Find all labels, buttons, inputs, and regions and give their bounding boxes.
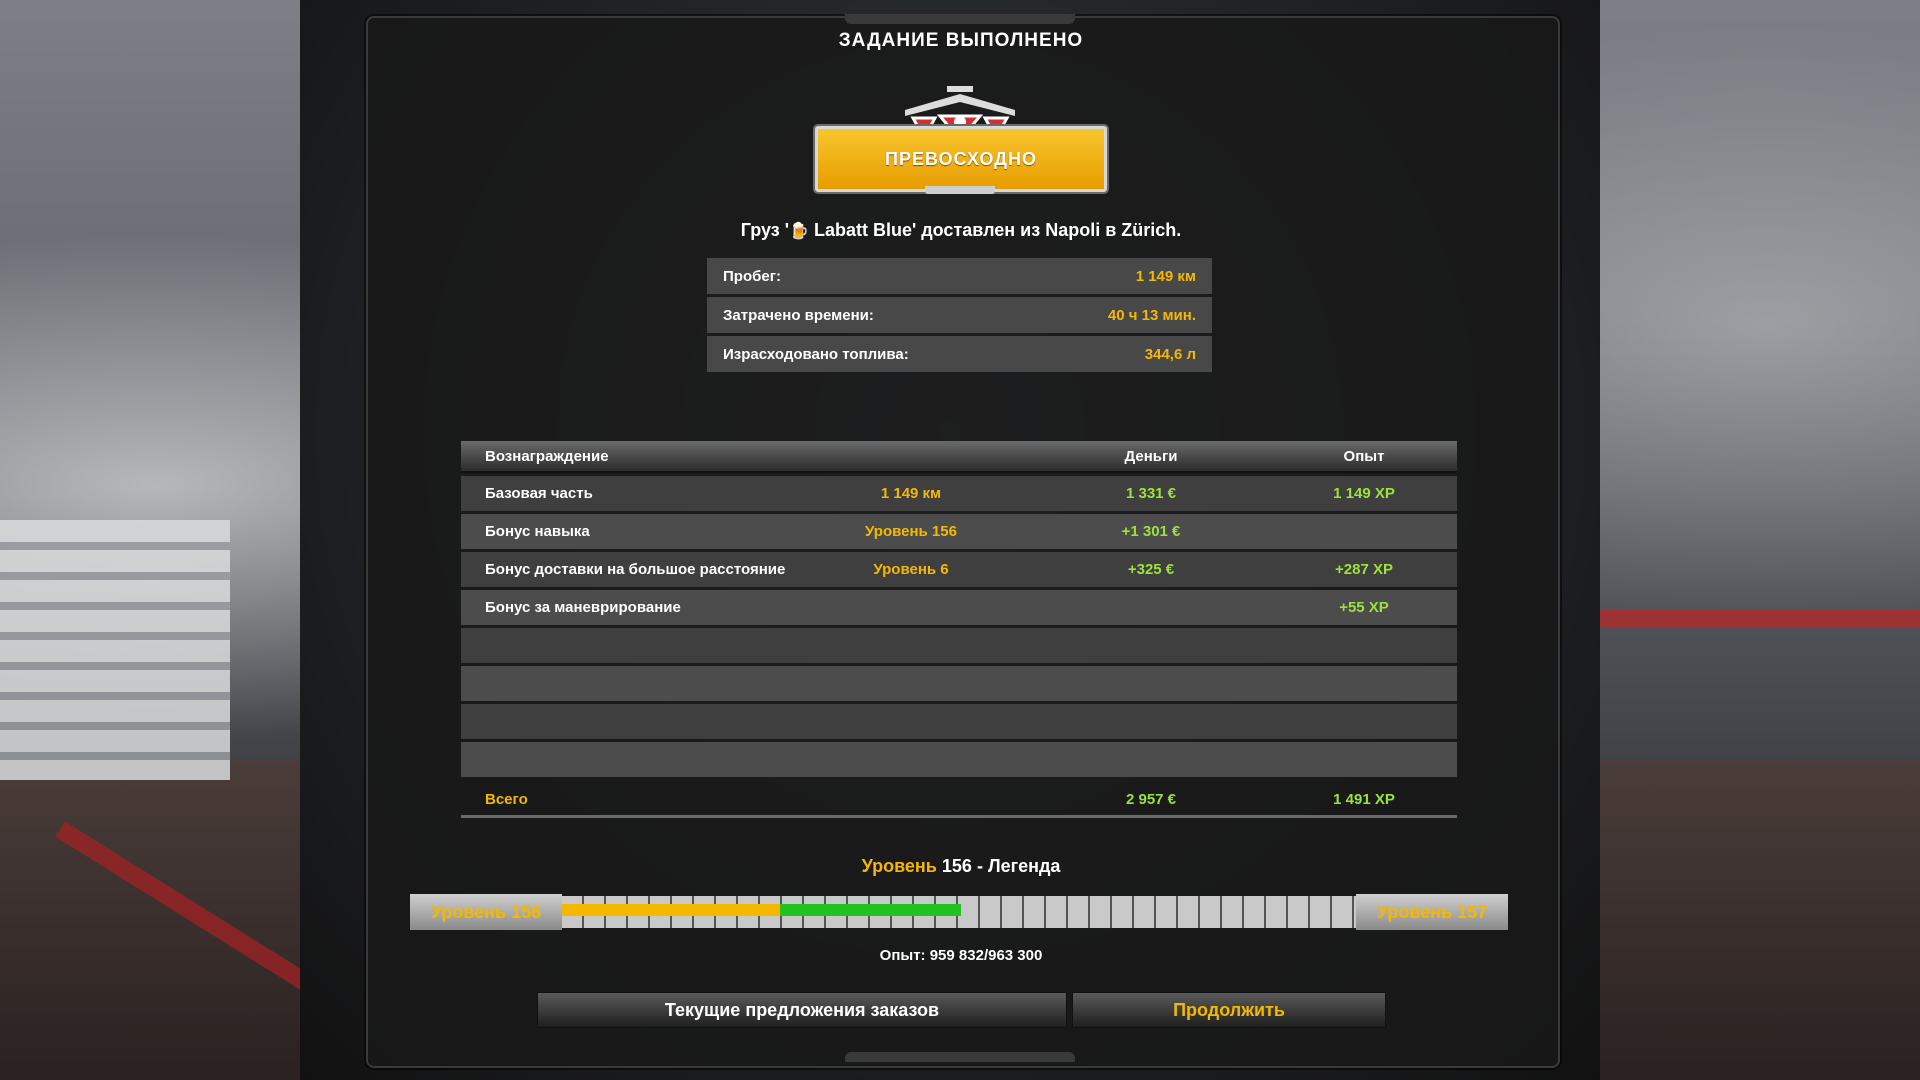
continue-button[interactable]: Продолжить [1072,992,1386,1028]
rewards-table: Вознаграждение Деньги Опыт Базовая часть… [461,441,1457,818]
reward-xp: 1 149 XP [1333,485,1395,502]
background-rack [1560,610,1920,628]
level-rank: - Легенда [976,856,1061,876]
rating-label: ПРЕВОСХОДНО [815,126,1107,192]
stat-label: Пробег: [723,267,781,285]
level-fill-earned [779,904,962,916]
experience-text: Опыт: 959 832/963 300 [879,947,1043,964]
stat-row-distance: Пробег: 1 149 км [707,258,1212,294]
table-row: Бонус за маневрирование +55 XP [461,590,1457,625]
table-row: Базовая часть 1 149 км 1 331 € 1 149 XP [461,476,1457,511]
reward-name: Бонус за маневрирование [485,599,681,616]
stat-row-time: Затрачено времени: 40 ч 13 мин. [707,297,1212,333]
stat-row-fuel: Израсходовано топлива: 344,6 л [707,336,1212,372]
table-row-empty [461,742,1457,777]
level-current: 156 [941,856,972,876]
reward-xp: +55 XP [1339,599,1389,616]
header-money: Деньги [1124,447,1178,465]
panel-bottom-tab [845,1052,1075,1062]
stat-value: 1 149 км [1135,267,1196,285]
level-label: Уровень [861,856,937,876]
table-row-empty [461,666,1457,701]
rating-badge: ПРЕВОСХОДНО [815,82,1107,194]
level-bar-next: Уровень 157 [1356,894,1508,930]
cargo-name: Labatt Blue [813,220,912,240]
stat-label: Израсходовано топлива: [723,345,909,363]
stat-value: 344,6 л [1144,345,1196,363]
stat-label: Затрачено времени: [723,306,874,324]
reward-name: Бонус навыка [485,523,590,540]
level-bar-current: Уровень 156 [410,894,562,930]
rewards-total-row: Всего 2 957 € 1 491 XP [461,783,1457,818]
header-xp: Опыт [1343,447,1385,465]
cargo-prefix: Груз ' [740,220,790,240]
reward-name: Базовая часть [485,485,593,502]
reward-xp: +287 XP [1335,561,1393,578]
rewards-header: Вознаграждение Деньги Опыт [461,441,1457,473]
cargo-suffix: ' доставлен из Napoli в Zürich. [911,220,1182,240]
reward-detail: Уровень 156 [865,523,957,540]
level-progress-bar: Уровень 156 Уровень 157 [410,894,1508,930]
reward-detail: 1 149 км [880,485,942,502]
rating-badge-foot [925,186,995,194]
job-offers-button[interactable]: Текущие предложения заказов [537,992,1067,1028]
reward-name: Бонус доставки на большое расстояние [485,561,786,578]
reward-money: 1 331 € [1125,485,1177,502]
reward-detail: Уровень 6 [873,561,949,578]
total-xp: 1 491 XP [1333,790,1395,808]
table-row: Бонус навыка Уровень 156 +1 301 € [461,514,1457,549]
level-fill-previous [562,904,780,916]
delivery-stats: Пробег: 1 149 км Затрачено времени: 40 ч… [707,258,1212,375]
panel-top-tab [845,14,1075,24]
table-row: Бонус доставки на большое расстояние Уро… [461,552,1457,587]
cargo-delivered-text: Груз '🍺 Labatt Blue' доставлен из Napoli… [366,220,1556,241]
cargo-beer-icon: 🍺 [789,223,809,240]
total-money: 2 957 € [1125,790,1177,808]
reward-money: +325 € [1127,561,1175,578]
background-garage-door [0,520,230,780]
page-title: ЗАДАНИЕ ВЫПОЛНЕНО [838,30,1084,51]
table-row-empty [461,704,1457,739]
stat-value: 40 ч 13 мин. [1107,306,1196,324]
table-row-empty [461,628,1457,663]
header-reward: Вознаграждение [485,447,609,465]
level-title: Уровень 156 - Легенда [366,856,1556,877]
level-track [562,896,1356,928]
reward-money: +1 301 € [1121,523,1181,540]
total-label: Всего [485,790,528,808]
